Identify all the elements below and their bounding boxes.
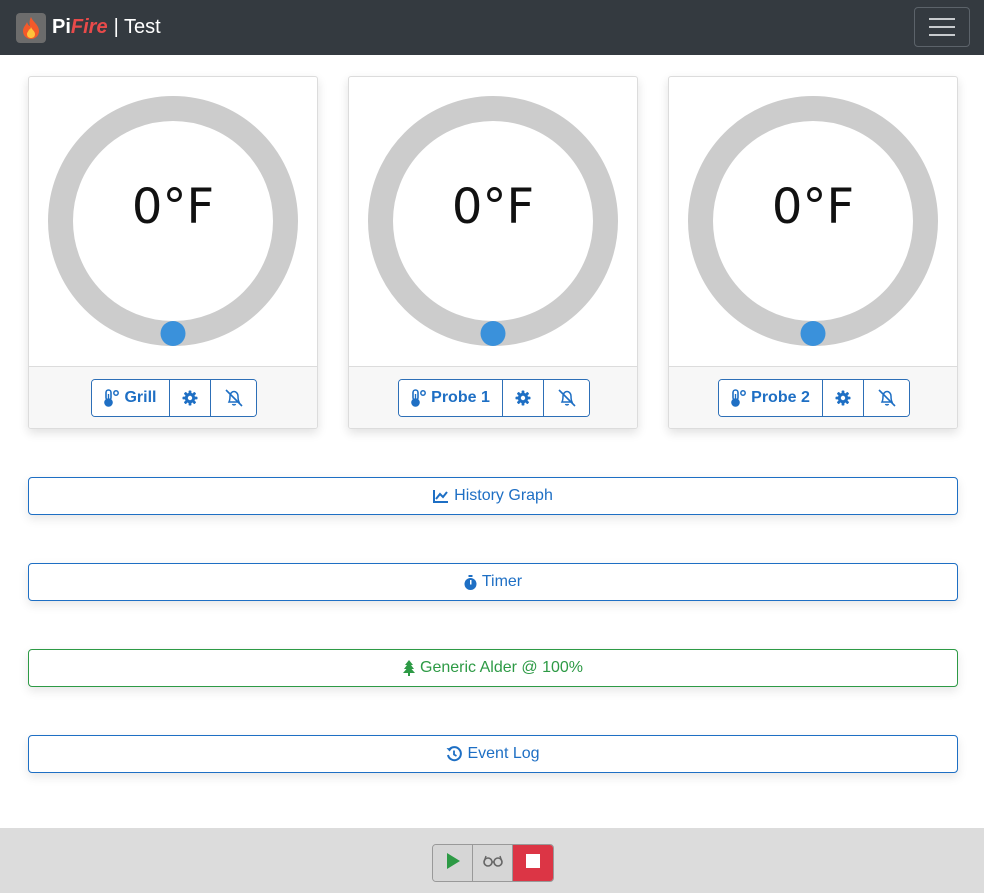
probe-settings-button[interactable] <box>503 380 544 416</box>
stop-icon <box>526 853 540 873</box>
control-bar <box>0 828 984 893</box>
brand-fire: Fire <box>70 16 108 38</box>
history-icon <box>446 746 463 762</box>
gear-icon <box>515 390 531 406</box>
probe-card: 0°F Probe 1 <box>348 76 638 429</box>
tree-icon <box>403 660 415 676</box>
timer-label: Timer <box>481 573 523 590</box>
probe-card: 0°F Probe 2 <box>668 76 958 429</box>
probe-button-group: Grill <box>91 379 257 417</box>
bell-slash-icon <box>557 389 577 407</box>
probe-notify-button[interactable] <box>211 380 256 416</box>
menu-toggle-button[interactable] <box>914 7 970 47</box>
chart-line-icon <box>433 489 449 503</box>
thermometer-icon <box>731 389 747 407</box>
gear-icon <box>835 390 851 406</box>
thermometer-icon <box>411 389 427 407</box>
probe-button-group: Probe 1 <box>398 379 590 417</box>
probe-name-label: Probe 1 <box>431 389 490 406</box>
probe-notify-button[interactable] <box>544 380 589 416</box>
brand-subtitle: | Test <box>113 16 161 38</box>
probe-card: 0°F Grill <box>28 76 318 429</box>
brand[interactable]: Pi Fire | Test <box>16 12 161 43</box>
probe-name-button[interactable]: Grill <box>92 380 170 416</box>
probe-name-label: Probe 2 <box>751 389 810 406</box>
gear-icon <box>182 390 198 406</box>
probe-settings-button[interactable] <box>823 380 864 416</box>
hamburger-menu-icon <box>929 18 955 20</box>
history-graph-label: History Graph <box>454 487 553 504</box>
monitor-button[interactable] <box>473 845 513 881</box>
probe-notify-button[interactable] <box>864 380 909 416</box>
probe-card-footer: Probe 1 <box>349 366 637 428</box>
probe-name-button[interactable]: Probe 2 <box>719 380 823 416</box>
bell-slash-icon <box>224 389 244 407</box>
thermometer-icon <box>104 389 120 407</box>
pellets-button[interactable]: Generic Alder @ 100% <box>28 649 958 687</box>
probe-card-footer: Grill <box>29 366 317 428</box>
event-log-button[interactable]: Event Log <box>28 735 958 773</box>
timer-button[interactable]: Timer <box>28 563 958 601</box>
probe-name-button[interactable]: Probe 1 <box>399 380 503 416</box>
flame-icon <box>16 12 46 43</box>
probe-name-label: Grill <box>124 389 157 406</box>
gauge-indicator <box>160 321 186 346</box>
start-button[interactable] <box>433 845 473 881</box>
glasses-icon <box>482 854 503 872</box>
stopwatch-icon <box>464 574 477 590</box>
gauge-indicator <box>480 321 506 346</box>
temperature-readout: 0°F <box>771 179 855 235</box>
probe-button-group: Probe 2 <box>718 379 910 417</box>
gauge-indicator <box>800 321 826 346</box>
probe-card-footer: Probe 2 <box>669 366 957 428</box>
play-icon <box>446 852 460 874</box>
event-log-label: Event Log <box>467 745 540 762</box>
history-graph-button[interactable]: History Graph <box>28 477 958 515</box>
temperature-readout: 0°F <box>451 179 535 235</box>
temperature-readout: 0°F <box>131 179 215 235</box>
bell-slash-icon <box>877 389 897 407</box>
probe-settings-button[interactable] <box>170 380 211 416</box>
pellets-label: Generic Alder @ 100% <box>420 659 583 676</box>
navbar: Pi Fire | Test <box>0 0 984 55</box>
stop-button[interactable] <box>513 845 553 881</box>
control-button-group <box>432 844 554 882</box>
brand-pi: Pi <box>52 16 71 38</box>
